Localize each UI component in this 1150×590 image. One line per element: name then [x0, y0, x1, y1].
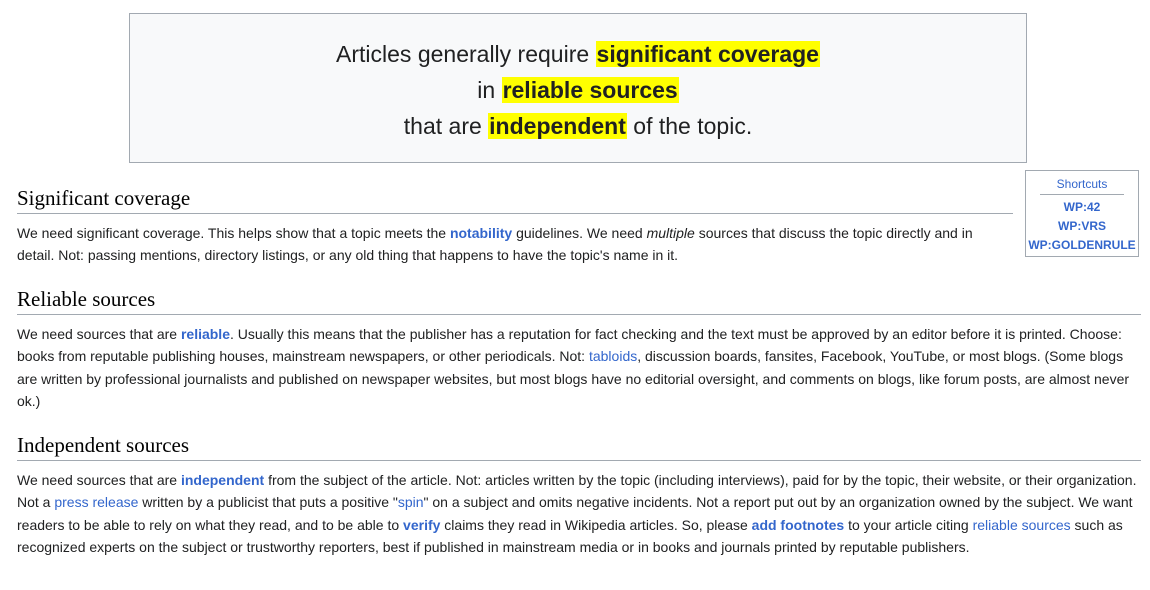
- section-heading: Independent sources: [17, 433, 1141, 461]
- nutshell-banner: Articles generally require significant c…: [129, 13, 1027, 163]
- verify-link[interactable]: verify: [403, 517, 440, 533]
- highlight-reliable-sources: reliable sources: [501, 77, 679, 103]
- press-release-link[interactable]: press release: [54, 494, 138, 510]
- independent-link[interactable]: independent: [181, 472, 264, 488]
- spin-link[interactable]: spin: [398, 494, 424, 510]
- paragraph-text: written by a publicist that puts a posit…: [138, 494, 398, 511]
- banner-line-1: Articles generally require significant c…: [130, 36, 1026, 72]
- banner-line-3: that are independent of the topic.: [130, 108, 1026, 144]
- banner-text: in: [477, 77, 502, 103]
- paragraph-text: to your article citing: [844, 516, 973, 533]
- section-paragraph: We need sources that are reliable. Usual…: [17, 323, 1141, 413]
- banner-line-2: in reliable sources: [130, 72, 1026, 108]
- paragraph-text: guidelines. We need: [512, 225, 647, 241]
- highlight-independent: independent: [488, 113, 627, 139]
- reliable-link[interactable]: reliable: [181, 326, 230, 342]
- add-footnotes-link[interactable]: add footnotes: [752, 517, 845, 533]
- paragraph-text: We need sources that are: [17, 472, 181, 488]
- section-heading: Reliable sources: [17, 287, 1141, 315]
- tabloids-link[interactable]: tabloids: [589, 348, 637, 364]
- paragraph-text: We need sources that are: [17, 326, 181, 342]
- paragraph-text: claims they read in Wikipedia articles. …: [440, 516, 752, 533]
- section-independent-sources: Independent sources We need sources that…: [17, 433, 1141, 559]
- section-paragraph: We need significant coverage. This helps…: [17, 222, 1001, 267]
- reliable-sources-link[interactable]: reliable sources: [973, 517, 1071, 533]
- notability-link[interactable]: notability: [450, 225, 512, 241]
- banner-text: of the topic.: [626, 113, 753, 139]
- section-reliable-sources: Reliable sources We need sources that ar…: [17, 287, 1141, 413]
- paragraph-text: We need significant coverage. This helps…: [17, 225, 450, 241]
- section-paragraph: We need sources that are independent fro…: [17, 469, 1141, 559]
- section-significant-coverage: Significant coverage We need significant…: [17, 186, 1141, 267]
- banner-text: Articles generally require: [336, 41, 596, 67]
- banner-text: that are: [403, 113, 489, 139]
- highlight-significant-coverage: significant coverage: [595, 41, 820, 67]
- emphasis-text: multiple: [646, 225, 695, 241]
- section-heading: Significant coverage: [17, 186, 1013, 214]
